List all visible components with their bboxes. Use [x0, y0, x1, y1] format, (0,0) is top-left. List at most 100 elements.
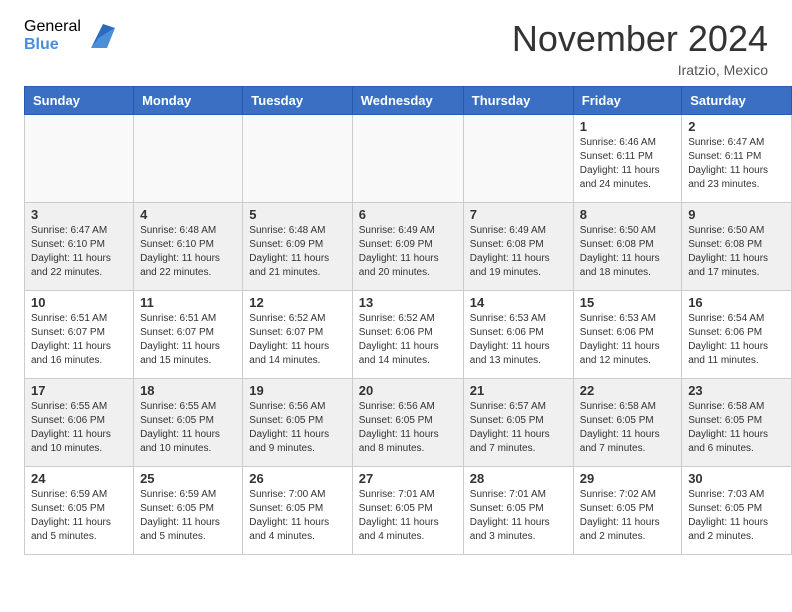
day-info: Sunrise: 7:00 AMSunset: 6:05 PMDaylight:… [249, 488, 345, 544]
table-row: 18 Sunrise: 6:55 AMSunset: 6:05 PMDayligh… [134, 379, 243, 467]
table-row: 28Sunrise: 7:01 AMSunset: 6:05 PMDayligh… [463, 467, 573, 555]
calendar-wrapper: Sunday Monday Tuesday Wednesday Thursday… [0, 86, 792, 567]
calendar-week-row: 10 Sunrise: 6:51 AMSunset: 6:07 PMDayligh… [25, 291, 792, 379]
day-number: 19 [249, 383, 345, 398]
table-row: 1Sunrise: 6:46 AMSunset: 6:11 PMDaylight… [573, 115, 681, 203]
day-info: Sunrise: 6:51 AMSunset: 6:07 PMDaylight:… [31, 312, 127, 368]
logo-general: General [24, 18, 81, 36]
header-sunday: Sunday [25, 87, 134, 115]
day-number: 27 [359, 471, 457, 486]
table-row: 17 Sunrise: 6:55 AMSunset: 6:06 PMDayligh… [25, 379, 134, 467]
header-saturday: Saturday [682, 87, 792, 115]
day-number: 26 [249, 471, 345, 486]
day-number: 21 [470, 383, 567, 398]
day-info: Sunrise: 6:57 AMSunset: 6:05 PMDaylight:… [470, 400, 567, 456]
day-info: Sunrise: 6:50 AMSunset: 6:08 PMDaylight:… [580, 224, 675, 280]
table-row: 9Sunrise: 6:50 AMSunset: 6:08 PMDaylight… [682, 203, 792, 291]
day-number: 6 [359, 207, 457, 222]
header-tuesday: Tuesday [243, 87, 352, 115]
day-info: Sunrise: 6:54 AMSunset: 6:06 PMDaylight:… [688, 312, 785, 368]
table-row: 14 Sunrise: 6:53 AMSunset: 6:06 PMDayligh… [463, 291, 573, 379]
logo-icon [83, 20, 115, 52]
day-number: 25 [140, 471, 236, 486]
day-number: 23 [688, 383, 785, 398]
day-info: Sunrise: 6:59 AMSunset: 6:05 PMDaylight:… [140, 488, 236, 544]
table-row: 30Sunrise: 7:03 AMSunset: 6:05 PMDayligh… [682, 467, 792, 555]
day-info: Sunrise: 6:52 AMSunset: 6:07 PMDaylight:… [249, 312, 345, 368]
day-number: 13 [359, 295, 457, 310]
table-row [243, 115, 352, 203]
table-row [352, 115, 463, 203]
table-row: 8Sunrise: 6:50 AMSunset: 6:08 PMDaylight… [573, 203, 681, 291]
day-info: Sunrise: 6:52 AMSunset: 6:06 PMDaylight:… [359, 312, 457, 368]
day-info: Sunrise: 6:49 AMSunset: 6:09 PMDaylight:… [359, 224, 457, 280]
day-number: 22 [580, 383, 675, 398]
day-number: 18 [140, 383, 236, 398]
day-info: Sunrise: 6:48 AMSunset: 6:09 PMDaylight:… [249, 224, 345, 280]
day-number: 17 [31, 383, 127, 398]
day-info: Sunrise: 6:53 AMSunset: 6:06 PMDaylight:… [580, 312, 675, 368]
page-header: General Blue November 2024 Iratzio, Mexi… [0, 0, 792, 86]
day-info: Sunrise: 6:58 AMSunset: 6:05 PMDaylight:… [580, 400, 675, 456]
table-row: 24 Sunrise: 6:59 AMSunset: 6:05 PMDayligh… [25, 467, 134, 555]
day-number: 16 [688, 295, 785, 310]
day-info: Sunrise: 6:53 AMSunset: 6:06 PMDaylight:… [470, 312, 567, 368]
table-row: 16 Sunrise: 6:54 AMSunset: 6:06 PMDayligh… [682, 291, 792, 379]
day-info: Sunrise: 7:02 AMSunset: 6:05 PMDaylight:… [580, 488, 675, 544]
table-row: 13 Sunrise: 6:52 AMSunset: 6:06 PMDayligh… [352, 291, 463, 379]
logo-blue: Blue [24, 36, 81, 54]
day-info: Sunrise: 6:56 AMSunset: 6:05 PMDaylight:… [249, 400, 345, 456]
table-row: 3 Sunrise: 6:47 AMSunset: 6:10 PMDaylight… [25, 203, 134, 291]
calendar-body: 1Sunrise: 6:46 AMSunset: 6:11 PMDaylight… [25, 115, 792, 555]
table-row: 11Sunrise: 6:51 AMSunset: 6:07 PMDayligh… [134, 291, 243, 379]
day-info: Sunrise: 6:59 AMSunset: 6:05 PMDaylight:… [31, 488, 127, 544]
day-number: 4 [140, 207, 236, 222]
calendar-week-row: 3 Sunrise: 6:47 AMSunset: 6:10 PMDaylight… [25, 203, 792, 291]
table-row: 21 Sunrise: 6:57 AMSunset: 6:05 PMDayligh… [463, 379, 573, 467]
month-title: November 2024 [512, 18, 768, 60]
table-row: 22 Sunrise: 6:58 AMSunset: 6:05 PMDayligh… [573, 379, 681, 467]
day-number: 10 [31, 295, 127, 310]
day-info: Sunrise: 6:55 AMSunset: 6:06 PMDaylight:… [31, 400, 127, 456]
day-info: Sunrise: 6:56 AMSunset: 6:05 PMDaylight:… [359, 400, 457, 456]
table-row: 20 Sunrise: 6:56 AMSunset: 6:05 PMDayligh… [352, 379, 463, 467]
title-block: November 2024 Iratzio, Mexico [512, 18, 768, 78]
day-info: Sunrise: 6:51 AMSunset: 6:07 PMDaylight:… [140, 312, 236, 368]
day-info: Sunrise: 6:47 AMSunset: 6:11 PMDaylight:… [688, 136, 785, 192]
day-number: 5 [249, 207, 345, 222]
table-row: 19 Sunrise: 6:56 AMSunset: 6:05 PMDayligh… [243, 379, 352, 467]
day-number: 14 [470, 295, 567, 310]
day-number: 7 [470, 207, 567, 222]
day-info: Sunrise: 6:55 AMSunset: 6:05 PMDaylight:… [140, 400, 236, 456]
header-friday: Friday [573, 87, 681, 115]
day-number: 24 [31, 471, 127, 486]
table-row: 29Sunrise: 7:02 AMSunset: 6:05 PMDayligh… [573, 467, 681, 555]
calendar-week-row: 17 Sunrise: 6:55 AMSunset: 6:06 PMDayligh… [25, 379, 792, 467]
table-row: 10 Sunrise: 6:51 AMSunset: 6:07 PMDayligh… [25, 291, 134, 379]
calendar-week-row: 24 Sunrise: 6:59 AMSunset: 6:05 PMDayligh… [25, 467, 792, 555]
day-info: Sunrise: 7:01 AMSunset: 6:05 PMDaylight:… [470, 488, 567, 544]
day-number: 1 [580, 119, 675, 134]
day-number: 30 [688, 471, 785, 486]
table-row: 23 Sunrise: 6:58 AMSunset: 6:05 PMDayligh… [682, 379, 792, 467]
day-number: 3 [31, 207, 127, 222]
logo-text: General Blue [24, 18, 81, 53]
day-info: Sunrise: 6:49 AMSunset: 6:08 PMDaylight:… [470, 224, 567, 280]
day-number: 20 [359, 383, 457, 398]
table-row: 7 Sunrise: 6:49 AMSunset: 6:08 PMDaylight… [463, 203, 573, 291]
calendar-header-row: Sunday Monday Tuesday Wednesday Thursday… [25, 87, 792, 115]
day-info: Sunrise: 6:58 AMSunset: 6:05 PMDaylight:… [688, 400, 785, 456]
day-info: Sunrise: 6:47 AMSunset: 6:10 PMDaylight:… [31, 224, 127, 280]
table-row: 26 Sunrise: 7:00 AMSunset: 6:05 PMDayligh… [243, 467, 352, 555]
table-row: 5 Sunrise: 6:48 AMSunset: 6:09 PMDaylight… [243, 203, 352, 291]
table-row: 2Sunrise: 6:47 AMSunset: 6:11 PMDaylight… [682, 115, 792, 203]
table-row: 12Sunrise: 6:52 AMSunset: 6:07 PMDayligh… [243, 291, 352, 379]
day-number: 15 [580, 295, 675, 310]
table-row [25, 115, 134, 203]
location: Iratzio, Mexico [512, 62, 768, 78]
header-wednesday: Wednesday [352, 87, 463, 115]
day-info: Sunrise: 7:01 AMSunset: 6:05 PMDaylight:… [359, 488, 457, 544]
table-row [134, 115, 243, 203]
calendar-table: Sunday Monday Tuesday Wednesday Thursday… [24, 86, 792, 555]
day-info: Sunrise: 6:48 AMSunset: 6:10 PMDaylight:… [140, 224, 236, 280]
